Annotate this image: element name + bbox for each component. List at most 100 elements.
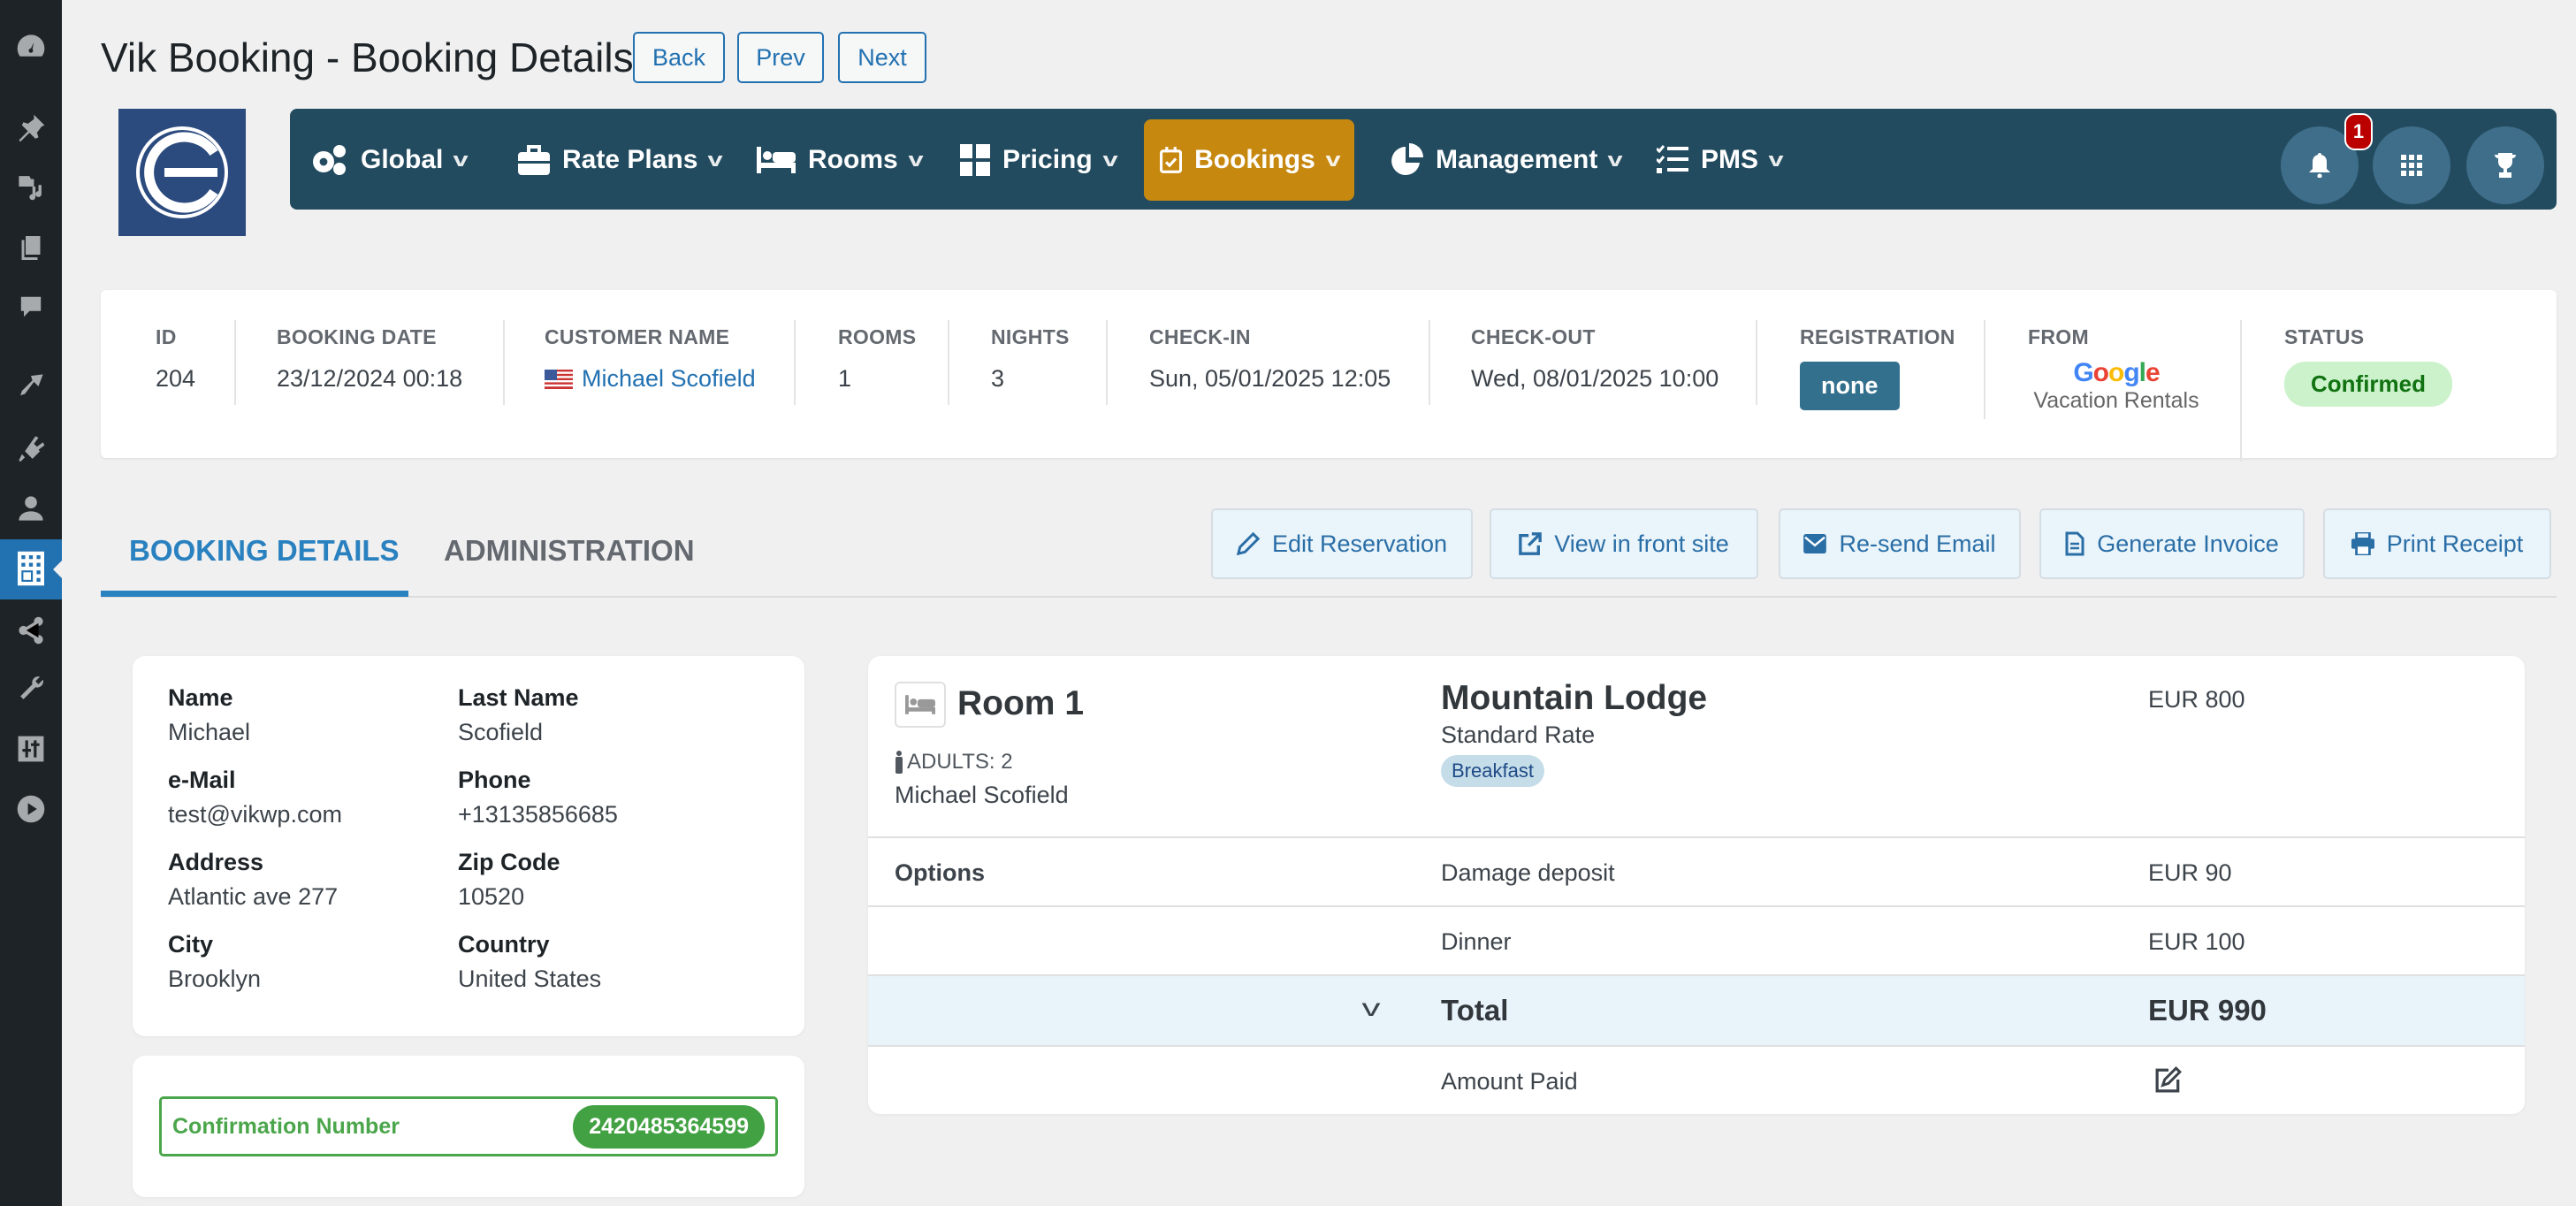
from-label: FROM: [2028, 325, 2089, 348]
view-front-site-button[interactable]: View in front site: [1490, 508, 1758, 579]
achievements-button[interactable]: [2466, 126, 2544, 204]
room-adults: ADULTS: 2: [895, 750, 1013, 775]
field-label: Address: [168, 849, 264, 875]
id-value: 204: [156, 365, 196, 392]
customer-name-link[interactable]: Michael Scofield: [582, 365, 756, 393]
pin-icon[interactable]: [11, 108, 51, 149]
comments-icon[interactable]: [11, 286, 51, 327]
field-value: Atlantic ave 277: [168, 883, 339, 910]
field-label: Country: [458, 931, 550, 958]
briefcase-icon: [518, 145, 550, 175]
options-label: Options: [895, 859, 985, 886]
pie-chart-icon: [1391, 143, 1423, 175]
menu-management[interactable]: Management v: [1376, 119, 1637, 201]
menu-pricing[interactable]: Pricing v: [944, 119, 1132, 201]
field-phone: Phone +13135856685: [458, 767, 618, 828]
summary-checkin: CHECK-IN Sun, 05/01/2025 12:05: [1149, 325, 1391, 393]
field-label: Zip Code: [458, 849, 560, 875]
summary-registration: REGISTRATION none: [1800, 325, 1955, 410]
gears-icon: [313, 145, 346, 175]
menu-global[interactable]: Global v: [293, 119, 483, 201]
active-tab-indicator: [101, 591, 408, 597]
option-price: EUR 100: [2148, 928, 2245, 955]
page-title: Vik Booking - Booking Details: [101, 34, 634, 80]
expand-chevron-icon[interactable]: v: [1362, 994, 1381, 1022]
trophy-icon: [2493, 153, 2518, 178]
dashboard-icon[interactable]: [11, 27, 51, 67]
menu-management-label: Management: [1436, 145, 1598, 174]
checkin-label: CHECK-IN: [1149, 325, 1251, 348]
users-icon[interactable]: [11, 488, 51, 529]
id-label: ID: [156, 325, 177, 348]
next-button[interactable]: Next: [838, 32, 926, 83]
menu-rate-plans-label: Rate Plans: [562, 145, 698, 174]
field-name: Name Michael: [168, 684, 250, 746]
option-row: [868, 836, 2525, 905]
edit-reservation-button[interactable]: Edit Reservation: [1211, 508, 1473, 579]
google-vacation-rentals-logo: Google Vacation Rentals: [2028, 358, 2205, 414]
menu-pms[interactable]: PMS v: [1641, 119, 1797, 201]
edit-amount-paid-icon[interactable]: [2155, 1066, 2182, 1097]
confirmation-number-box: Confirmation Number 2420485364599: [159, 1096, 778, 1156]
resend-email-button[interactable]: Re-send Email: [1779, 508, 2021, 579]
grid-icon: [2401, 155, 2422, 176]
chevron-down-icon: v: [1102, 149, 1118, 171]
calendar-check-icon: [1160, 147, 1183, 173]
booking-date-value: 23/12/2024 00:18: [277, 365, 463, 392]
field-label: e-Mail: [168, 767, 236, 793]
person-icon: [896, 751, 903, 774]
nights-label: NIGHTS: [991, 325, 1070, 348]
chevron-down-icon: v: [1325, 149, 1341, 171]
settings-icon[interactable]: [11, 729, 51, 769]
summary-id: ID 204: [156, 325, 195, 393]
pages-icon[interactable]: [11, 226, 51, 267]
menu-bookings[interactable]: Bookings v: [1144, 119, 1354, 201]
field-value: Scofield: [458, 719, 544, 745]
menu-rooms-label: Rooms: [808, 145, 898, 174]
play-icon[interactable]: [11, 789, 51, 829]
divider: [503, 320, 505, 405]
field-value: United States: [458, 966, 602, 992]
appearance-icon[interactable]: [11, 366, 51, 407]
apps-button[interactable]: [2373, 126, 2450, 204]
registration-label: REGISTRATION: [1800, 325, 1955, 348]
menu-pms-label: PMS: [1701, 145, 1759, 174]
registration-button[interactable]: none: [1800, 362, 1900, 410]
printer-icon: [2351, 532, 2374, 555]
menu-pricing-label: Pricing: [1002, 145, 1093, 174]
back-button[interactable]: Back: [633, 32, 725, 83]
field-value: +13135856685: [458, 801, 618, 828]
option-name: Dinner: [1441, 928, 1512, 955]
vikbooking-icon[interactable]: [11, 548, 51, 589]
confirmation-number-label: Confirmation Number: [172, 1113, 400, 1139]
share-icon[interactable]: [11, 610, 51, 651]
media-icon[interactable]: [11, 166, 51, 207]
divider: [234, 320, 236, 405]
field-last-name: Last Name Scofield: [458, 684, 579, 746]
field-address: Address Atlantic ave 277: [168, 849, 338, 911]
plugins-icon[interactable]: [11, 428, 51, 469]
print-receipt-button[interactable]: Print Receipt: [2323, 508, 2551, 579]
prev-button[interactable]: Prev: [737, 32, 824, 83]
generate-invoice-button[interactable]: Generate Invoice: [2039, 508, 2305, 579]
summary-from: FROM Google Vacation Rentals: [2028, 325, 2205, 414]
bell-icon: [2309, 153, 2330, 178]
total-value: EUR 990: [2148, 994, 2267, 1027]
menu-rate-plans[interactable]: Rate Plans v: [502, 119, 737, 201]
notification-badge: 1: [2344, 113, 2373, 150]
divider: [2240, 320, 2242, 462]
tab-booking-details[interactable]: BOOKING DETAILS: [129, 534, 400, 568]
field-value: 10520: [458, 883, 525, 910]
option-name: Damage deposit: [1441, 859, 1615, 886]
room-price: EUR 800: [2148, 686, 2245, 713]
chevron-down-icon: v: [908, 149, 924, 171]
field-label: Phone: [458, 767, 531, 793]
booking-date-label: BOOKING DATE: [277, 325, 437, 348]
booking-summary: ID 204 BOOKING DATE 23/12/2024 00:18 CUS…: [101, 290, 2557, 462]
tools-icon[interactable]: [11, 668, 51, 709]
main-menu-bar: Global v Rate Plans v Rooms v Pricing v Book…: [290, 109, 2557, 210]
vikbooking-logo[interactable]: [118, 109, 246, 236]
field-value: Brooklyn: [168, 966, 262, 992]
menu-rooms[interactable]: Rooms v: [741, 119, 937, 201]
tab-administration[interactable]: ADMINISTRATION: [444, 534, 695, 568]
